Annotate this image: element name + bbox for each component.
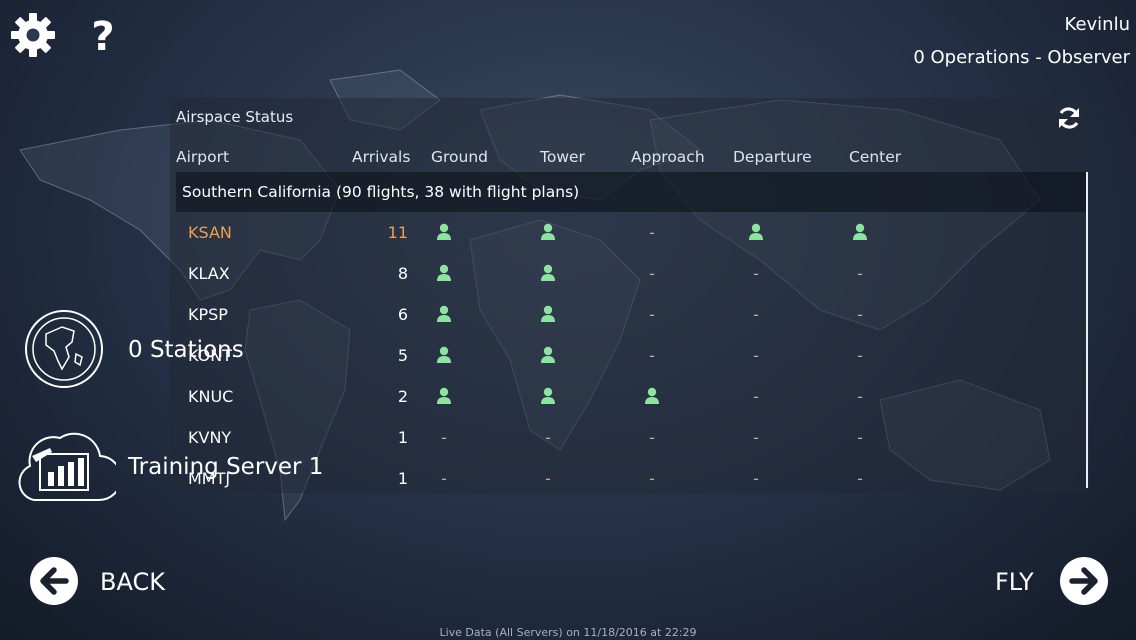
server-name: Training Server 1	[128, 454, 324, 480]
column-arrivals: Arrivals	[352, 148, 411, 166]
column-departure: Departure	[733, 148, 812, 166]
help-icon[interactable]: ?	[80, 12, 126, 58]
departure-unstaffed: -	[753, 469, 759, 488]
approach-staffed	[637, 387, 667, 405]
departure-unstaffed: -	[753, 346, 759, 365]
person-icon	[437, 305, 451, 322]
globe-icon	[25, 310, 103, 388]
column-center: Center	[849, 148, 902, 166]
departure-unstaffed: -	[753, 305, 759, 324]
airport-row[interactable]: KLAX 8 - - -	[170, 253, 1080, 294]
arrivals-count: 2	[397, 387, 408, 406]
airport-row[interactable]: KONT 5- - -	[170, 335, 1080, 376]
column-ground: Ground	[431, 148, 489, 166]
approach-unstaffed: -	[649, 305, 655, 324]
arrivals-count: 5	[397, 346, 408, 365]
tower-staffed	[533, 387, 563, 405]
panel-title: Airspace Status	[176, 108, 294, 126]
airport-row[interactable]: KVNY 1 - - - - -	[170, 417, 1080, 458]
person-icon	[437, 264, 451, 281]
center-unstaffed: -	[857, 264, 863, 283]
scrollbar[interactable]	[1086, 172, 1088, 488]
person-icon	[541, 305, 555, 322]
departure-staffed	[741, 223, 771, 241]
svg-text:?: ?	[91, 14, 114, 58]
live-data-footer: Live Data (All Servers) on 11/18/2016 at…	[439, 626, 697, 639]
tower-unstaffed: -	[545, 469, 551, 488]
tower-unstaffed: -	[545, 428, 551, 447]
back-label[interactable]: BACK	[100, 568, 165, 596]
arrivals-count: 1	[397, 469, 408, 488]
arrivals-count: 11	[387, 223, 408, 242]
ground-staffed	[429, 387, 459, 405]
person-icon	[437, 223, 451, 240]
airport-code: KPSP	[188, 305, 228, 324]
user-status: 0 Operations - Observer	[913, 47, 1130, 68]
column-airport: Airport	[176, 148, 230, 166]
username: Kevinlu	[1064, 14, 1130, 35]
fly-label[interactable]: FLY	[995, 568, 1034, 596]
airport-row[interactable]: KNUC 2 - -	[170, 376, 1080, 417]
ground-staffed	[429, 264, 459, 282]
fly-button[interactable]	[1060, 557, 1108, 605]
departure-unstaffed: -	[753, 264, 759, 283]
airport-code: KLAX	[188, 264, 230, 283]
region-header[interactable]: Southern California (90 flights, 38 with…	[176, 172, 1086, 212]
tower-staffed	[533, 264, 563, 282]
column-approach: Approach	[631, 148, 705, 166]
user-info: Kevinlu 0 Operations - Observer	[913, 8, 1130, 74]
airspace-status-panel: Airspace Status Airport Arrivals Ground …	[170, 98, 1090, 493]
airport-code: KSAN	[188, 223, 232, 242]
tower-staffed	[533, 223, 563, 241]
center-unstaffed: -	[857, 428, 863, 447]
center-unstaffed: -	[857, 469, 863, 488]
ground-staffed	[429, 305, 459, 323]
ground-staffed	[429, 346, 459, 364]
center-unstaffed: -	[857, 346, 863, 365]
person-icon	[749, 223, 763, 240]
person-icon	[541, 264, 555, 281]
approach-unstaffed: -	[649, 223, 655, 242]
person-icon	[853, 223, 867, 240]
ground-unstaffed: -	[441, 428, 447, 447]
person-icon	[437, 387, 451, 404]
center-unstaffed: -	[857, 305, 863, 324]
airport-code: KNUC	[188, 387, 234, 406]
departure-unstaffed: -	[753, 387, 759, 406]
approach-unstaffed: -	[649, 346, 655, 365]
column-tower: Tower	[540, 148, 585, 166]
airport-code: KVNY	[188, 428, 232, 447]
airport-row[interactable]: KSAN 11 -	[170, 212, 1080, 253]
approach-unstaffed: -	[649, 428, 655, 447]
person-icon	[437, 346, 451, 363]
arrow-right-icon	[1069, 567, 1098, 595]
center-unstaffed: -	[857, 387, 863, 406]
arrivals-count: 6	[397, 305, 408, 324]
server-cloud-icon	[18, 432, 116, 502]
arrivals-count: 1	[397, 428, 408, 447]
departure-unstaffed: -	[753, 428, 759, 447]
stations-count: 0 Stations	[128, 337, 244, 363]
person-icon	[541, 387, 555, 404]
refresh-icon[interactable]	[1056, 105, 1082, 131]
center-staffed	[845, 223, 875, 241]
person-icon	[645, 387, 659, 404]
ground-staffed	[429, 223, 459, 241]
gear-icon[interactable]	[10, 12, 56, 58]
tower-staffed	[533, 305, 563, 323]
person-icon	[541, 346, 555, 363]
arrow-left-icon	[40, 567, 69, 595]
ground-unstaffed: -	[441, 469, 447, 488]
person-icon	[541, 223, 555, 240]
arrivals-count: 8	[397, 264, 408, 283]
approach-unstaffed: -	[649, 264, 655, 283]
back-button[interactable]	[30, 557, 78, 605]
tower-staffed	[533, 346, 563, 364]
airport-row[interactable]: KPSP 6 - - -	[170, 294, 1080, 335]
approach-unstaffed: -	[649, 469, 655, 488]
